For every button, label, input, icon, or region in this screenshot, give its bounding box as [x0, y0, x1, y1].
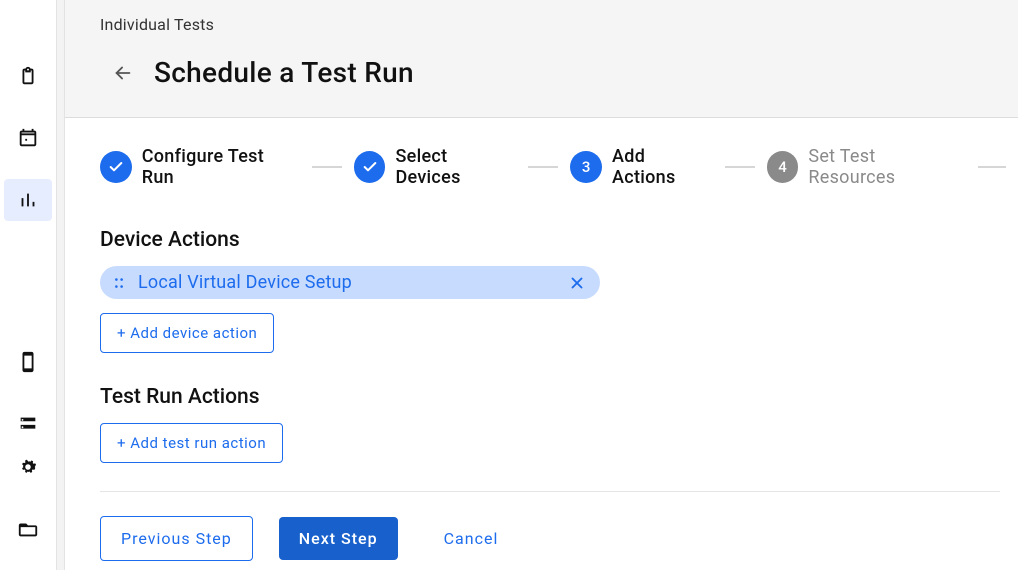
- chip-label: Local Virtual Device Setup: [138, 272, 352, 293]
- gear-icon: [17, 456, 39, 478]
- close-icon: [568, 274, 586, 292]
- check-icon: [108, 159, 124, 175]
- folder-icon: [17, 518, 39, 540]
- next-step-button[interactable]: Next Step: [279, 517, 398, 560]
- step-badge-current: 3: [570, 151, 602, 183]
- divider: [56, 0, 65, 570]
- device-action-chip[interactable]: Local Virtual Device Setup: [100, 266, 600, 299]
- breadcrumb: Individual Tests: [100, 15, 988, 34]
- content-area: Configure Test Run Select Devices 3 Add …: [65, 118, 1018, 570]
- cancel-button[interactable]: Cancel: [424, 517, 519, 560]
- step-connector: [528, 166, 558, 168]
- clipboard-icon: [17, 65, 39, 87]
- step-add-actions[interactable]: 3 Add Actions: [570, 146, 712, 188]
- page-title: Schedule a Test Run: [154, 56, 414, 89]
- step-label: Select Devices: [395, 146, 516, 188]
- main-area: Individual Tests Schedule a Test Run Con…: [65, 0, 1018, 570]
- add-device-action-button[interactable]: + Add device action: [100, 313, 274, 353]
- sidebar-item-settings[interactable]: [4, 446, 52, 488]
- check-icon: [362, 159, 378, 175]
- step-badge-upcoming: 4: [767, 151, 799, 183]
- sidebar-item-storage[interactable]: [4, 403, 52, 445]
- sidebar-item-analytics[interactable]: [4, 179, 52, 221]
- footer-buttons: Previous Step Next Step Cancel: [100, 516, 1006, 561]
- separator: [100, 491, 1000, 492]
- step-select-devices[interactable]: Select Devices: [354, 146, 517, 188]
- section-title: Test Run Actions: [100, 385, 1006, 409]
- sidebar-item-clipboard[interactable]: [4, 55, 52, 97]
- sidebar: [0, 0, 56, 570]
- arrow-left-icon: [112, 62, 134, 84]
- previous-step-button[interactable]: Previous Step: [100, 516, 253, 561]
- chart-icon: [17, 189, 39, 211]
- sidebar-item-folder[interactable]: [4, 508, 52, 550]
- stepper: Configure Test Run Select Devices 3 Add …: [100, 146, 1006, 188]
- step-test-resources[interactable]: 4 Set Test Resources: [767, 146, 966, 188]
- page-header: Individual Tests Schedule a Test Run: [65, 0, 1018, 118]
- step-connector: [725, 166, 755, 168]
- calendar-icon: [17, 127, 39, 149]
- sidebar-item-device[interactable]: [4, 341, 52, 383]
- section-test-run-actions: Test Run Actions + Add test run action: [100, 385, 1006, 463]
- step-label: Set Test Resources: [808, 146, 966, 188]
- back-button[interactable]: [112, 62, 134, 84]
- phone-icon: [17, 351, 39, 373]
- section-title: Device Actions: [100, 228, 1006, 252]
- storage-icon: [17, 413, 39, 435]
- step-label: Configure Test Run: [142, 146, 300, 188]
- section-device-actions: Device Actions Local Virtual Device Setu…: [100, 228, 1006, 353]
- add-test-run-action-button[interactable]: + Add test run action: [100, 423, 283, 463]
- step-connector: [978, 166, 1006, 168]
- drag-handle-icon[interactable]: [112, 276, 126, 290]
- step-badge-done: [100, 151, 132, 183]
- step-configure[interactable]: Configure Test Run: [100, 146, 300, 188]
- step-label: Add Actions: [612, 146, 713, 188]
- step-badge-done: [354, 151, 386, 183]
- chip-close-button[interactable]: [568, 274, 586, 292]
- step-connector: [312, 166, 342, 168]
- sidebar-item-calendar[interactable]: [4, 117, 52, 159]
